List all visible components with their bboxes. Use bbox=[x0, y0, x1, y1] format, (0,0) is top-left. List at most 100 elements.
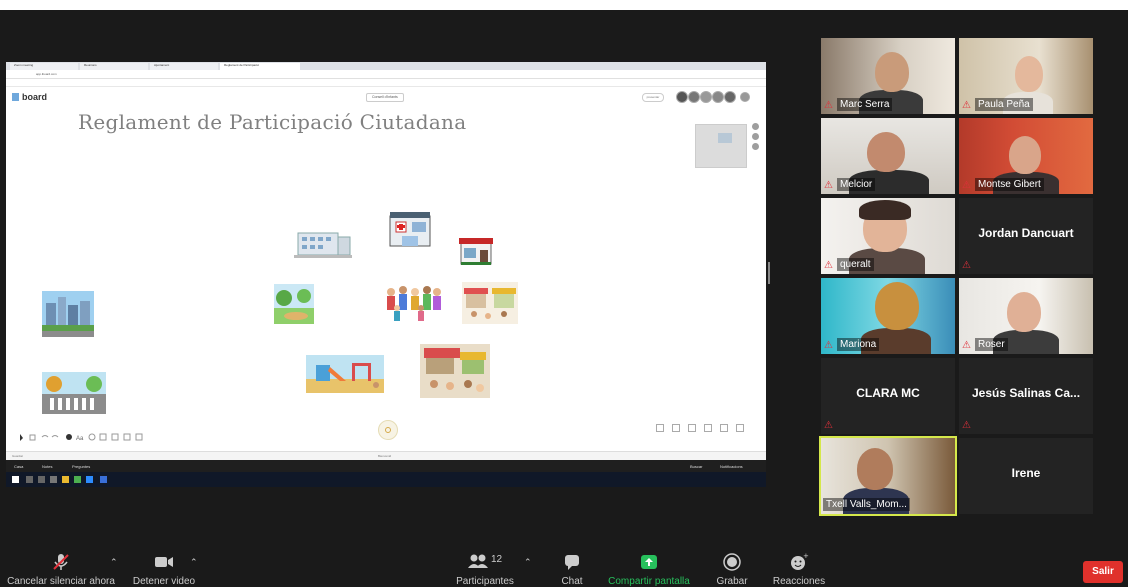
board-status-bar: Guardat Bienvenid bbox=[6, 451, 766, 460]
tool-icon[interactable] bbox=[720, 424, 728, 432]
playground-image[interactable] bbox=[306, 355, 384, 393]
park-image[interactable] bbox=[274, 284, 314, 324]
browser-address-bar[interactable]: app.iboard.com bbox=[6, 70, 766, 79]
participant-tile[interactable]: Jesús Salinas Ca... ⚠ bbox=[959, 358, 1093, 434]
present-button[interactable]: presentar bbox=[642, 93, 664, 102]
chrome-icon[interactable] bbox=[74, 476, 81, 483]
record-icon bbox=[723, 553, 741, 571]
person-shape bbox=[1015, 56, 1043, 92]
participant-tile[interactable]: Jordan Dancuart ⚠ bbox=[959, 198, 1093, 274]
leave-button[interactable]: Salir bbox=[1083, 561, 1123, 583]
zoom-icon[interactable] bbox=[86, 476, 93, 483]
person-shape bbox=[1007, 292, 1041, 332]
avatar bbox=[724, 91, 736, 103]
board-center-button[interactable]: Consell d'Infants bbox=[366, 93, 404, 102]
search-icon[interactable] bbox=[26, 476, 33, 483]
clinic-image[interactable] bbox=[388, 210, 432, 248]
tool-icon[interactable] bbox=[736, 424, 744, 432]
participant-name: Montse Gibert bbox=[975, 178, 1044, 191]
task-view-icon[interactable] bbox=[38, 476, 45, 483]
participants-button[interactable]: 12 Participantes bbox=[448, 552, 522, 587]
taskbar bbox=[6, 472, 766, 487]
reactions-label: Reacciones bbox=[772, 576, 826, 587]
taskbar-notifications[interactable]: Notificacions bbox=[720, 464, 743, 469]
muted-mic-icon: ⚠ bbox=[962, 260, 971, 271]
taskbar-search[interactable]: Buscar bbox=[690, 464, 702, 469]
participant-tile[interactable]: Montse Gibert ⚠ bbox=[959, 118, 1093, 194]
browser-tab[interactable]: Ajuntament bbox=[150, 63, 218, 70]
reactions-button[interactable]: + Reacciones bbox=[770, 552, 828, 587]
avatar bbox=[676, 91, 688, 103]
unmute-label: Cancelar silenciar ahora bbox=[7, 576, 115, 587]
zoom-in-icon[interactable] bbox=[751, 123, 759, 130]
participant-name: CLARA MC bbox=[856, 386, 920, 400]
windows-bar: Casa Notes Preguntes Buscar Notificacion… bbox=[6, 460, 766, 472]
street-market-image[interactable] bbox=[420, 344, 490, 398]
board-title: Reglament de Participació Ciutadana bbox=[78, 110, 467, 134]
muted-mic-icon: ⚠ bbox=[824, 420, 833, 431]
board-minimap[interactable] bbox=[695, 124, 747, 168]
person-shape bbox=[875, 52, 909, 92]
chevron-up-icon[interactable]: ⌃ bbox=[110, 557, 118, 568]
muted-mic-icon: ⚠ bbox=[824, 260, 833, 271]
tool-icon[interactable] bbox=[688, 424, 696, 432]
hospital-building-image[interactable] bbox=[294, 227, 352, 259]
muted-mic-icon: ⚠ bbox=[962, 180, 971, 191]
participant-name: Irene bbox=[1011, 466, 1041, 480]
board-header: board Consell d'Infants presentar bbox=[6, 87, 766, 107]
chevron-up-icon[interactable]: ⌃ bbox=[190, 557, 198, 568]
record-label: Grabar bbox=[716, 576, 748, 587]
participant-tile[interactable]: queralt ⚠ bbox=[821, 198, 955, 274]
city-skyline-image[interactable] bbox=[42, 291, 94, 337]
participants-icon bbox=[468, 554, 488, 568]
taskbar-item[interactable]: Notes bbox=[42, 464, 52, 469]
bookmarks-bar bbox=[6, 79, 766, 87]
fit-icon[interactable] bbox=[751, 143, 759, 150]
app-icon[interactable] bbox=[100, 476, 107, 483]
browser-tab-active[interactable]: Reglament de Participació bbox=[220, 63, 300, 70]
add-center-button[interactable] bbox=[378, 420, 398, 440]
participant-tile[interactable]: CLARA MC ⚠ bbox=[821, 358, 955, 434]
chat-button[interactable]: Chat bbox=[552, 552, 592, 587]
chat-icon bbox=[565, 555, 579, 570]
status-center: Bienvenid bbox=[378, 454, 392, 458]
participant-tile[interactable]: Melcior ⚠ bbox=[821, 118, 955, 194]
muted-mic-icon: ⚠ bbox=[962, 420, 971, 431]
tool-icon[interactable] bbox=[704, 424, 712, 432]
people-crowd-image[interactable] bbox=[383, 280, 443, 322]
tool-icon[interactable] bbox=[656, 424, 664, 432]
participant-tile[interactable]: Roser ⚠ bbox=[959, 278, 1093, 354]
windows-start-icon[interactable] bbox=[12, 476, 19, 483]
participant-tile[interactable]: Marc Serra ⚠ bbox=[821, 38, 955, 114]
participant-tile[interactable]: Paula Peña ⚠ bbox=[959, 38, 1093, 114]
share-screen-button[interactable]: Compartir pantalla bbox=[604, 552, 694, 587]
chevron-up-icon[interactable]: ⌃ bbox=[524, 557, 532, 568]
participant-name: Melcior bbox=[837, 178, 876, 191]
tool-icon[interactable] bbox=[672, 424, 680, 432]
muted-mic-icon: ⚠ bbox=[962, 340, 971, 351]
user-icon[interactable] bbox=[740, 92, 750, 102]
share-screen-label: Compartir pantalla bbox=[608, 576, 690, 587]
participant-name: Txell Valls_Mom... bbox=[823, 498, 910, 511]
market-image[interactable] bbox=[462, 282, 518, 324]
unmute-button[interactable]: Cancelar silenciar ahora bbox=[2, 552, 120, 587]
taskbar-item[interactable]: Preguntes bbox=[72, 464, 90, 469]
participant-tile[interactable]: Mariona ⚠ bbox=[821, 278, 955, 354]
zoom-out-icon[interactable] bbox=[751, 133, 759, 140]
folder-icon[interactable] bbox=[62, 476, 69, 483]
panel-resize-handle[interactable] bbox=[768, 262, 770, 284]
browser-tab[interactable]: Reunions bbox=[80, 63, 148, 70]
participant-tile-active-speaker[interactable]: Txell Valls_Mom... bbox=[819, 436, 957, 516]
svg-text:Aa: Aa bbox=[76, 436, 84, 442]
shared-screen[interactable]: Zoom meeting Reunions Ajuntament Reglame… bbox=[6, 62, 766, 487]
participant-tile[interactable]: Irene bbox=[959, 438, 1093, 514]
participant-name: Marc Serra bbox=[837, 98, 893, 111]
shop-image[interactable] bbox=[458, 232, 494, 266]
street-crossing-image[interactable] bbox=[42, 372, 106, 414]
app-icon[interactable] bbox=[50, 476, 57, 483]
taskbar-item[interactable]: Casa bbox=[14, 464, 23, 469]
record-button[interactable]: Grabar bbox=[712, 552, 752, 587]
side-toolbar bbox=[750, 120, 760, 153]
muted-mic-icon: ⚠ bbox=[962, 100, 971, 111]
browser-tab[interactable]: Zoom meeting bbox=[10, 63, 78, 70]
